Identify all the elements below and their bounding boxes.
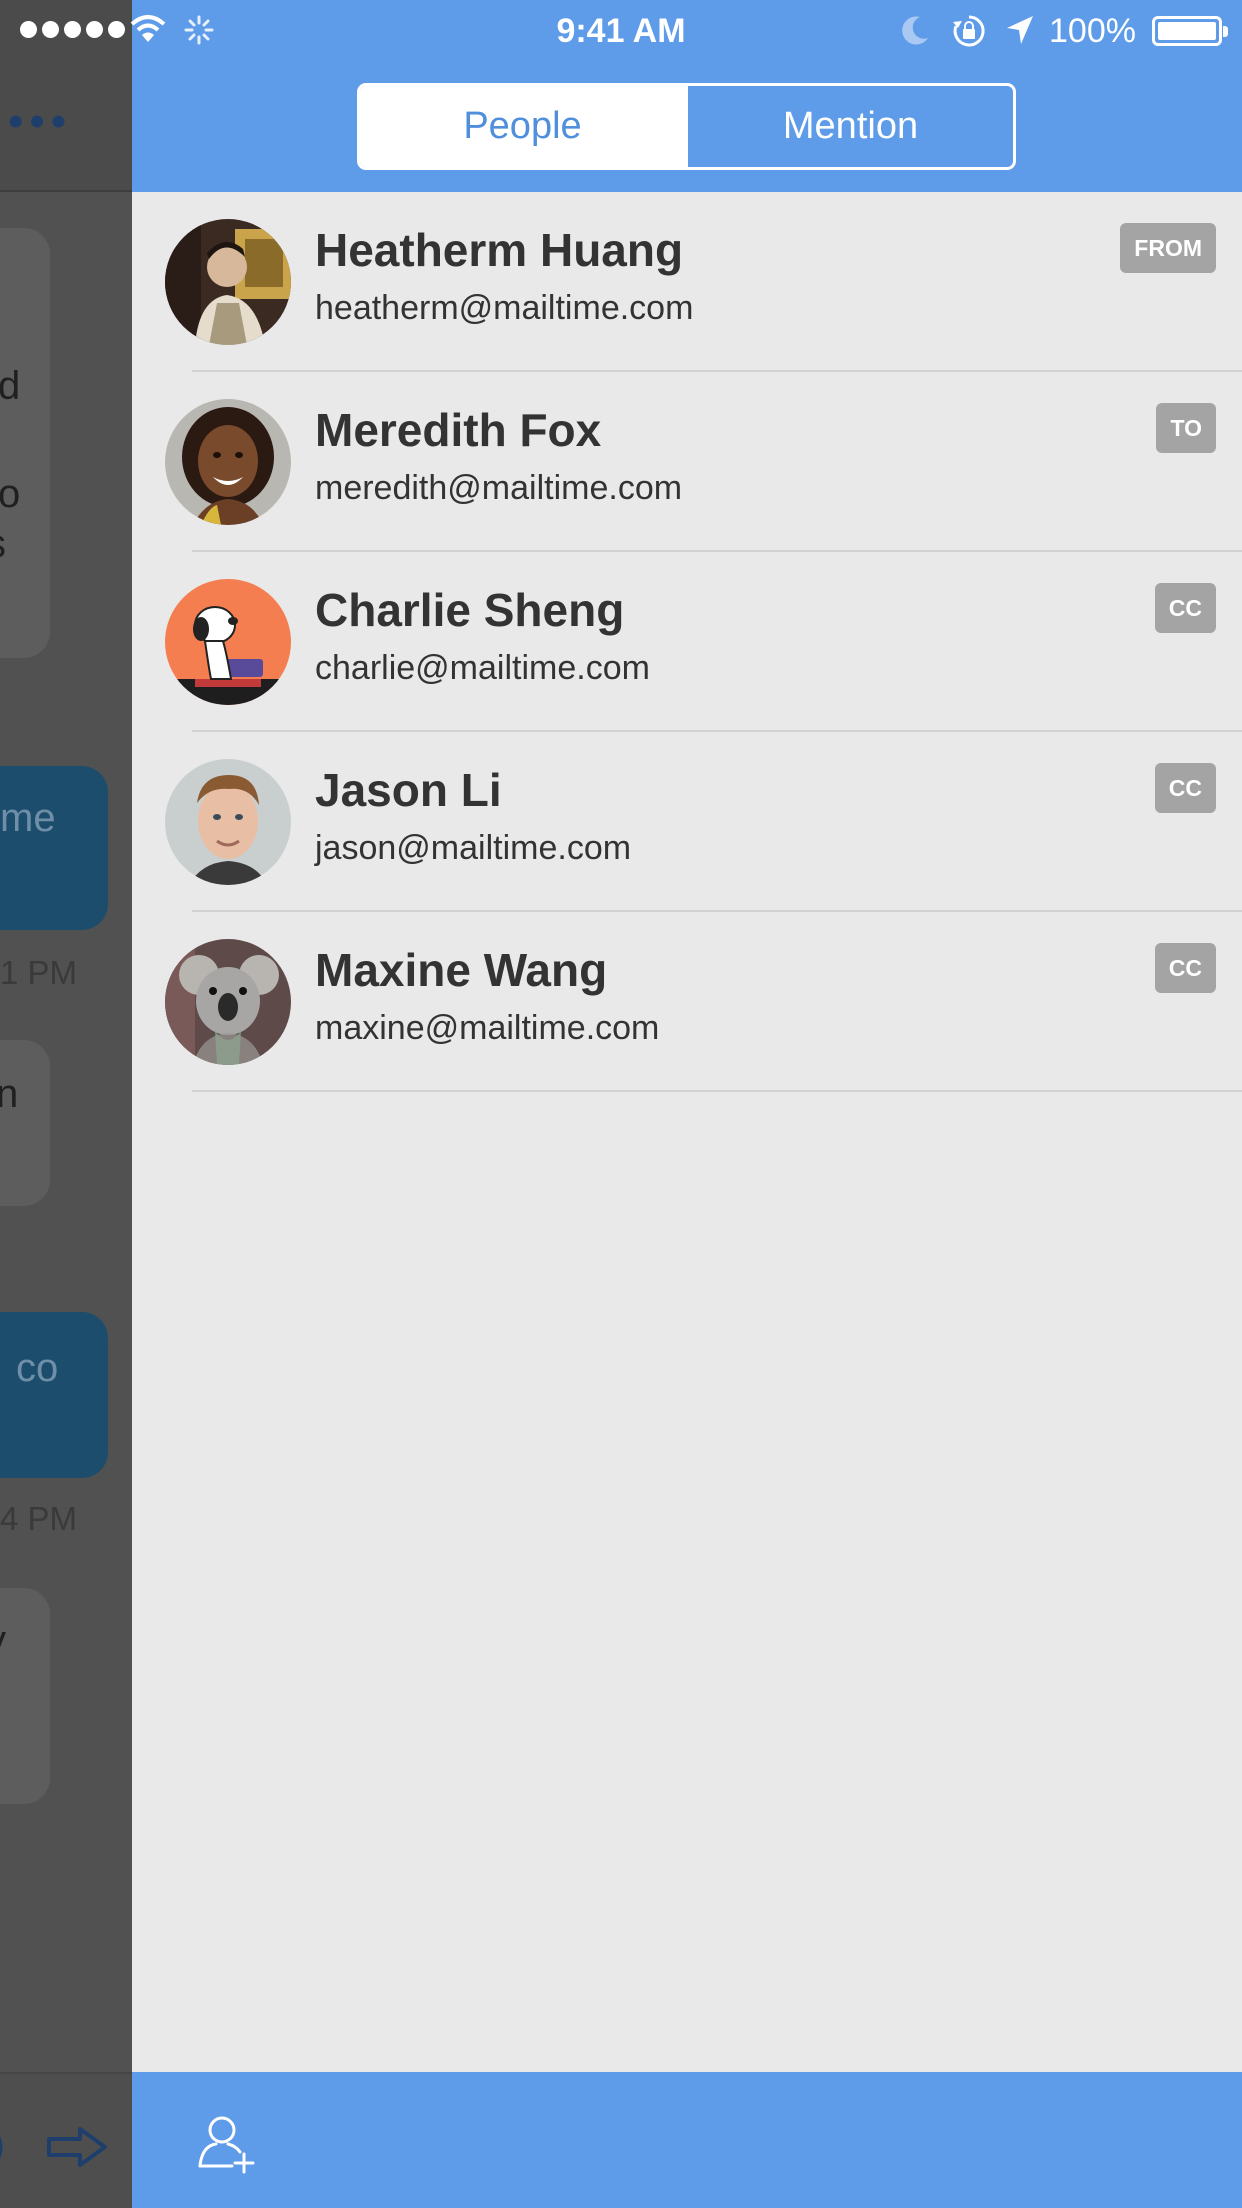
- contact-row[interactable]: Maxine Wang maxine@mailtime.com CC: [132, 912, 1242, 1092]
- background-message-bubble: [0, 1312, 108, 1478]
- contact-name: Maxine Wang: [315, 944, 608, 996]
- row-divider: [192, 1090, 1242, 1092]
- background-text-fragment: me: [0, 796, 56, 840]
- contact-row[interactable]: Charlie Sheng charlie@mailtime.com CC: [132, 552, 1242, 732]
- background-text-fragment: co: [16, 1346, 59, 1390]
- segmented-control: People Mention: [357, 83, 1016, 170]
- role-badge: CC: [1154, 583, 1216, 633]
- young-man-photo: [165, 759, 291, 885]
- reply-icon[interactable]: [0, 2126, 14, 2166]
- contact-name: Meredith Fox: [315, 404, 602, 456]
- background-message-bubble: [0, 1588, 50, 1804]
- role-badge: CC: [1154, 943, 1216, 993]
- avatar: [165, 939, 291, 1065]
- background-timestamp: 1 PM: [0, 954, 78, 991]
- avatar: [165, 219, 291, 345]
- contact-email: heatherm@mailtime.com: [315, 289, 694, 327]
- man-profile-photo: [165, 219, 291, 345]
- location-arrow-icon: [1007, 16, 1033, 44]
- more-dots-icon[interactable]: •••: [8, 100, 72, 144]
- add-contact-icon[interactable]: [196, 2110, 260, 2174]
- role-badge: FROM: [1120, 223, 1216, 273]
- background-chat-screen: ••• d o s me 1 PM n co 4 PM y: [0, 0, 132, 2208]
- avatar: [165, 399, 291, 525]
- status-bar: 9:41 AM 100%: [0, 0, 1242, 60]
- forward-arrow-icon[interactable]: [46, 2126, 108, 2168]
- avatar: [165, 759, 291, 885]
- contact-email: charlie@mailtime.com: [315, 649, 650, 687]
- background-text-fragment: d: [0, 364, 21, 408]
- tab-mention[interactable]: Mention: [685, 86, 1013, 167]
- background-text-fragment: s: [0, 524, 6, 564]
- background-message-bubble: [0, 228, 50, 658]
- moon-icon: [902, 16, 928, 45]
- contact-email: maxine@mailtime.com: [315, 1009, 660, 1047]
- avatar: [165, 579, 291, 705]
- tab-people[interactable]: People: [360, 86, 685, 167]
- battery-percentage: 100%: [1049, 12, 1136, 50]
- koala-photo: [165, 939, 291, 1065]
- rotation-lock-icon: [953, 15, 985, 47]
- contact-name: Charlie Sheng: [315, 584, 625, 636]
- battery-icon: [1152, 16, 1228, 46]
- background-text-fragment: o: [0, 472, 21, 516]
- drawer-footer: [132, 2072, 1242, 2208]
- contact-name: Heatherm Huang: [315, 224, 684, 276]
- contact-email: jason@mailtime.com: [315, 829, 632, 867]
- background-toolbar: [0, 2072, 132, 2208]
- contact-list: Heatherm Huang heatherm@mailtime.com FRO…: [132, 192, 1242, 1092]
- contact-row[interactable]: Meredith Fox meredith@mailtime.com TO: [132, 372, 1242, 552]
- background-message-bubble: [0, 1040, 50, 1206]
- role-badge: TO: [1156, 403, 1216, 453]
- contact-email: meredith@mailtime.com: [315, 469, 683, 507]
- contact-row[interactable]: Jason Li jason@mailtime.com CC: [132, 732, 1242, 912]
- contact-name: Jason Li: [315, 764, 502, 816]
- snoopy-typewriter-icon: [165, 579, 291, 705]
- background-text-fragment: n: [0, 1072, 19, 1116]
- background-timestamp: 4 PM: [0, 1500, 78, 1537]
- background-text-fragment: y: [0, 1620, 6, 1660]
- role-badge: CC: [1154, 763, 1216, 813]
- background-message-bubble: [0, 766, 108, 930]
- contact-row[interactable]: Heatherm Huang heatherm@mailtime.com FRO…: [132, 192, 1242, 372]
- people-drawer: People Mention Heatherm Huang heatherm@m: [132, 0, 1242, 2208]
- smiling-woman-photo: [165, 399, 291, 525]
